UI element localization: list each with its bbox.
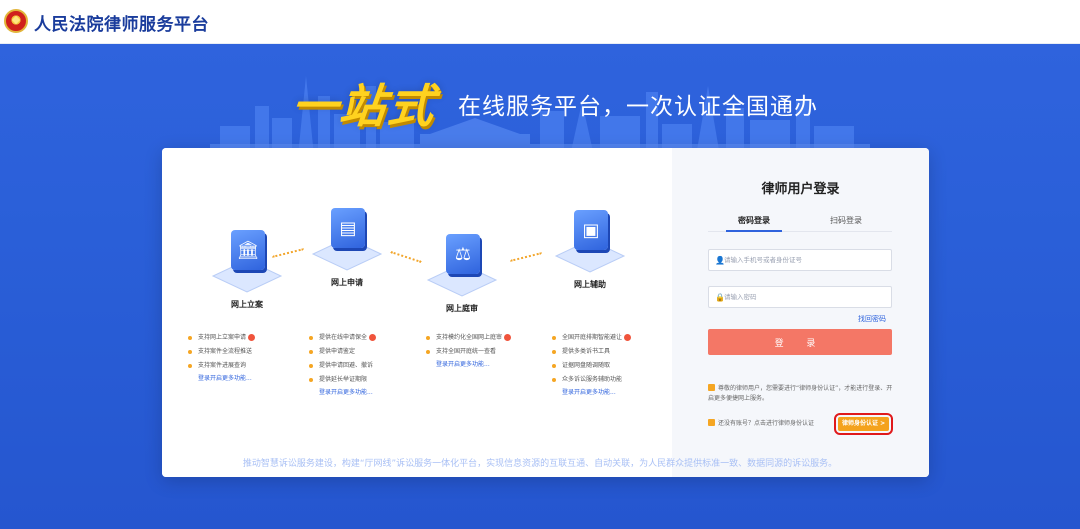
feature-item: 提供多类诉书工具 [552,345,667,359]
tab-password-login[interactable]: 密码登录 [708,214,800,232]
court-emblem-icon [4,9,28,33]
feature-item: 支持网上立案申请 [188,331,303,345]
footer-description: 推动智慧诉讼服务建设，构建“厅网线”诉讼服务一体化平台，实现信息资源的互联互通、… [242,459,838,469]
more-features-link[interactable]: 登录开启更多功能... [188,373,303,385]
feature-item: 支持案件全流程推送 [188,345,303,359]
top-header: 人民法院律师服务平台 [0,0,1080,44]
info-icon [708,419,715,426]
hero-banner: 一站式 在线服务平台，一次认证全国通办 🏛 网上立案 ▤ 网上申请 ⚖ 网上庭审… [0,44,1080,529]
login-panel: 律师用户登录 密码登录 扫码登录 👤 🔒 找回密码 登 录 尊敬的律师用户，您需… [672,148,929,477]
briefcase-icon: ▣ [574,210,608,250]
feature-item: 证据网盘随调随取 [552,359,667,373]
feature-list-filing: 支持网上立案申请 支持案件全流程推送 支持案件进展查询 登录开启更多功能... [188,331,303,385]
feature-item: 众多诉讼服务辅助功能 [552,373,667,387]
forgot-password-link[interactable]: 找回密码 [858,314,886,324]
lawyer-certification-button[interactable]: 律师身份认证 > [833,413,894,435]
court-building-icon: 🏛 [231,230,265,270]
feature-item: 提供在线申请保全 [309,331,424,345]
register-prompt: 还没有账号？点击进行律师身份认证 [708,419,814,429]
step-title: 网上庭审 [446,304,478,313]
feature-item: 支持案件进展查询 [188,359,303,373]
login-button[interactable]: 登 录 [708,329,892,355]
hot-badge-icon [624,334,632,341]
account-field[interactable]: 👤 [708,249,892,271]
feature-list-trial: 支持模约化全国网上庭审 支持全国开庭统一查看 登录开启更多功能... [426,331,541,371]
hot-badge-icon [504,334,512,341]
feature-list-assistance: 全国开庭排期智能避让 提供多类诉书工具 证据网盘随调随取 众多诉讼服务辅助功能 … [552,331,667,399]
hot-badge-icon [248,334,256,341]
feature-item: 提供申请鉴定 [309,345,424,359]
lock-icon: 🔒 [715,292,725,302]
slogan-headline: 一站式 [288,79,439,133]
feature-item: 提供延长举证期限 [309,373,424,387]
step-online-assistance: ▣ 网上辅助 [530,210,650,290]
slogan-subtitle: 在线服务平台，一次认证全国通办 [458,94,818,120]
feature-item: 支持全国开庭统一查看 [426,345,541,359]
feature-item: 支持模约化全国网上庭审 [426,331,541,345]
feature-item: 全国开庭排期智能避让 [552,331,667,345]
tab-qr-login[interactable]: 扫码登录 [800,214,892,231]
step-title: 网上申请 [331,278,363,287]
feature-panel: 🏛 网上立案 ▤ 网上申请 ⚖ 网上庭审 ▣ 网上辅助 支持网上立案申请 支持案… [162,148,672,477]
account-input[interactable] [724,256,884,264]
hot-badge-icon [369,334,377,341]
more-features-link[interactable]: 登录开启更多功能... [426,359,541,371]
feature-list-application: 提供在线申请保全 提供申请鉴定 提供申请回避、撤诉 提供延长举证期限 登录开启更… [309,331,424,399]
step-title: 网上辅助 [574,280,606,289]
document-icon: ▤ [331,208,365,248]
site-title[interactable]: 人民法院律师服务平台 [34,10,209,35]
login-card: 🏛 网上立案 ▤ 网上申请 ⚖ 网上庭审 ▣ 网上辅助 支持网上立案申请 支持案… [162,148,929,477]
password-input[interactable] [724,293,884,301]
certification-notice: 尊敬的律师用户，您需要进行“律师身份认证”，才能进行登录、开启更多便捷网上服务。 [708,384,893,402]
info-icon [708,384,715,391]
step-online-trial: ⚖ 网上庭审 [402,234,522,314]
login-tabs: 密码登录 扫码登录 [708,214,892,232]
user-icon: 👤 [715,255,725,265]
login-title: 律师用户登录 [761,182,840,197]
more-features-link[interactable]: 登录开启更多功能... [552,387,667,399]
more-features-link[interactable]: 登录开启更多功能... [309,387,424,399]
gavel-icon: ⚖ [446,234,480,274]
step-online-application: ▤ 网上申请 [287,208,407,288]
feature-item: 提供申请回避、撤诉 [309,359,424,373]
password-field[interactable]: 🔒 [708,286,892,308]
step-title: 网上立案 [231,300,263,309]
